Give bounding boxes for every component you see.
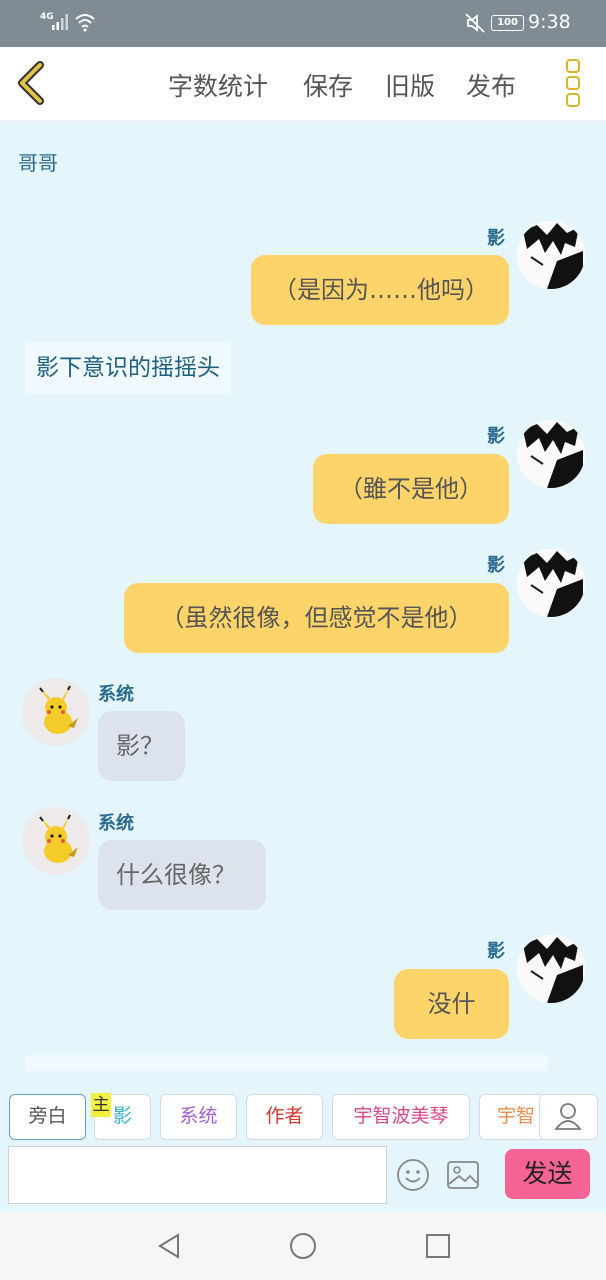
- avatar[interactable]: [22, 807, 90, 875]
- wifi-icon: [75, 14, 95, 32]
- speaker-name: 影: [487, 941, 505, 962]
- signal-icon: [52, 14, 68, 30]
- avatar-image-icon: [517, 221, 585, 289]
- tab-label: 系统: [179, 1105, 218, 1127]
- tab-label: 影: [112, 1105, 132, 1127]
- avatar[interactable]: [517, 221, 585, 289]
- narration-text: 影下意识的摇摇头: [26, 342, 230, 394]
- speaker-name: 影: [487, 555, 505, 576]
- self-message-bubble[interactable]: （虽然很像，但感觉不是他）: [124, 583, 509, 653]
- chat-area[interactable]: 哥哥 影 （是因为……他吗） 影下意识的摇摇头 影 （雖不是他） 影 （虽然很像…: [0, 121, 606, 1071]
- character-tab-author[interactable]: 作者: [246, 1094, 323, 1140]
- clock: 9:38: [528, 11, 571, 33]
- avatar[interactable]: [517, 935, 585, 1003]
- pikachu-avatar-icon: [39, 814, 78, 863]
- character-tab-narrator[interactable]: 旁白: [9, 1094, 86, 1140]
- person-icon: [554, 1103, 582, 1130]
- word-count-button[interactable]: 字数统计: [168, 67, 268, 103]
- character-tab-system[interactable]: 系统: [160, 1094, 237, 1140]
- self-message-bubble[interactable]: 没什么: [394, 969, 509, 1071]
- nav-recents-icon[interactable]: [423, 1231, 453, 1261]
- other-message-bubble[interactable]: 影？: [98, 711, 185, 781]
- back-icon[interactable]: [10, 59, 58, 107]
- pikachu-avatar-icon: [39, 685, 78, 734]
- send-button[interactable]: 发送: [505, 1149, 590, 1199]
- avatar[interactable]: [22, 678, 90, 746]
- emoji-icon[interactable]: [396, 1158, 430, 1192]
- narration-text: 哥哥: [18, 151, 58, 175]
- tab-label: 宇智波美琴: [353, 1105, 449, 1127]
- save-button[interactable]: 保存: [303, 67, 353, 103]
- speaker-name: 系统: [98, 813, 134, 834]
- speaker-name: 影: [487, 228, 505, 249]
- mute-icon: [465, 13, 485, 33]
- tab-label: 宇智: [497, 1105, 536, 1127]
- speaker-name: 系统: [98, 684, 134, 705]
- top-toolbar: 字数统计 保存 旧版 发布: [0, 47, 606, 121]
- battery-indicator: 100: [491, 15, 524, 31]
- user-settings-button[interactable]: [539, 1094, 598, 1140]
- avatar[interactable]: [517, 549, 585, 617]
- navigation-bar: [0, 1211, 606, 1280]
- self-message-bubble[interactable]: （雖不是他）: [313, 454, 509, 524]
- message-input[interactable]: [8, 1146, 387, 1204]
- more-menu-icon[interactable]: [556, 59, 590, 109]
- speaker-name: 影: [487, 426, 505, 447]
- avatar-image-icon: [517, 420, 585, 488]
- tab-label: 作者: [265, 1105, 304, 1127]
- main-character-badge: 主: [91, 1093, 111, 1117]
- nav-back-icon[interactable]: [154, 1231, 184, 1261]
- input-panel: 旁白 影 主 系统 作者 宇智波美琴 宇智 发送: [0, 1071, 606, 1211]
- avatar-image-icon: [517, 935, 585, 1003]
- narration-placeholder: [26, 1055, 548, 1071]
- nav-home-icon[interactable]: [288, 1231, 318, 1261]
- avatar[interactable]: [517, 420, 585, 488]
- character-tab-mikoto[interactable]: 宇智波美琴: [332, 1094, 470, 1140]
- publish-button[interactable]: 发布: [466, 67, 516, 103]
- image-icon[interactable]: [446, 1159, 480, 1191]
- other-message-bubble[interactable]: 什么很像？: [98, 840, 266, 910]
- tab-label: 旁白: [28, 1105, 67, 1127]
- self-message-bubble[interactable]: （是因为……他吗）: [251, 255, 509, 325]
- status-bar: 4G 100 9:38: [0, 0, 606, 47]
- avatar-image-icon: [517, 549, 585, 617]
- old-version-button[interactable]: 旧版: [385, 67, 435, 103]
